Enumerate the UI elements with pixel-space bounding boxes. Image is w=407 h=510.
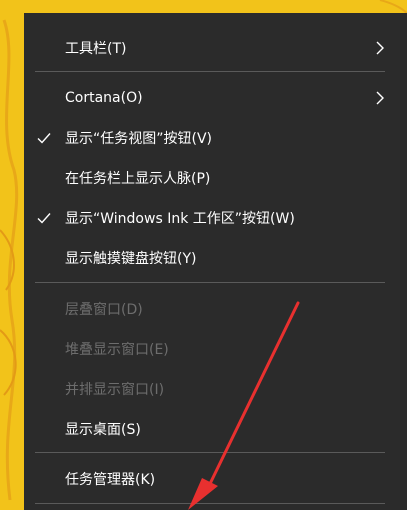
menu-item-label: 显示“Windows Ink 工作区”按钮(W) bbox=[65, 211, 295, 227]
menu-item-show-desktop[interactable]: 显示桌面(S) bbox=[24, 411, 407, 447]
taskbar-context-menu: 工具栏(T) Cortana(O) 显示“任务视图”按钮(V) 在任务栏上显示人… bbox=[24, 13, 407, 510]
chevron-right-icon bbox=[376, 41, 384, 55]
menu-separator bbox=[35, 282, 385, 283]
menu-item-stack-windows[interactable]: 堆叠显示窗口(E) bbox=[24, 331, 407, 367]
menu-item-label: Cortana(O) bbox=[65, 90, 143, 106]
menu-item-label: 显示触摸键盘按钮(Y) bbox=[65, 251, 197, 267]
menu-item-label: 堆叠显示窗口(E) bbox=[65, 342, 169, 358]
menu-separator bbox=[35, 503, 385, 504]
menu-separator bbox=[35, 71, 385, 72]
menu-separator bbox=[35, 452, 385, 453]
menu-item-label: 在任务栏上显示人脉(P) bbox=[65, 171, 211, 187]
menu-item-label: 任务管理器(K) bbox=[65, 472, 156, 488]
menu-item-show-touch-keyboard-button[interactable]: 显示触摸键盘按钮(Y) bbox=[24, 240, 407, 276]
menu-item-label: 显示“任务视图”按钮(V) bbox=[65, 131, 213, 147]
menu-item-side-by-side-windows[interactable]: 并排显示窗口(I) bbox=[24, 371, 407, 407]
menu-item-show-people[interactable]: 在任务栏上显示人脉(P) bbox=[24, 160, 407, 196]
chevron-right-icon bbox=[376, 91, 384, 105]
menu-item-label: 工具栏(T) bbox=[65, 41, 127, 57]
menu-item-cascade-windows[interactable]: 层叠窗口(D) bbox=[24, 291, 407, 327]
menu-item-toolbars[interactable]: 工具栏(T) bbox=[24, 30, 407, 66]
checkmark-icon bbox=[37, 213, 51, 224]
menu-item-label: 层叠窗口(D) bbox=[65, 302, 143, 318]
checkmark-icon bbox=[37, 133, 51, 144]
menu-item-cortana[interactable]: Cortana(O) bbox=[24, 80, 407, 116]
menu-item-task-manager[interactable]: 任务管理器(K) bbox=[24, 461, 407, 497]
menu-item-show-windows-ink-button[interactable]: 显示“Windows Ink 工作区”按钮(W) bbox=[24, 200, 407, 236]
menu-item-show-task-view-button[interactable]: 显示“任务视图”按钮(V) bbox=[24, 120, 407, 156]
menu-item-label: 并排显示窗口(I) bbox=[65, 382, 165, 398]
menu-item-label: 显示桌面(S) bbox=[65, 422, 141, 438]
